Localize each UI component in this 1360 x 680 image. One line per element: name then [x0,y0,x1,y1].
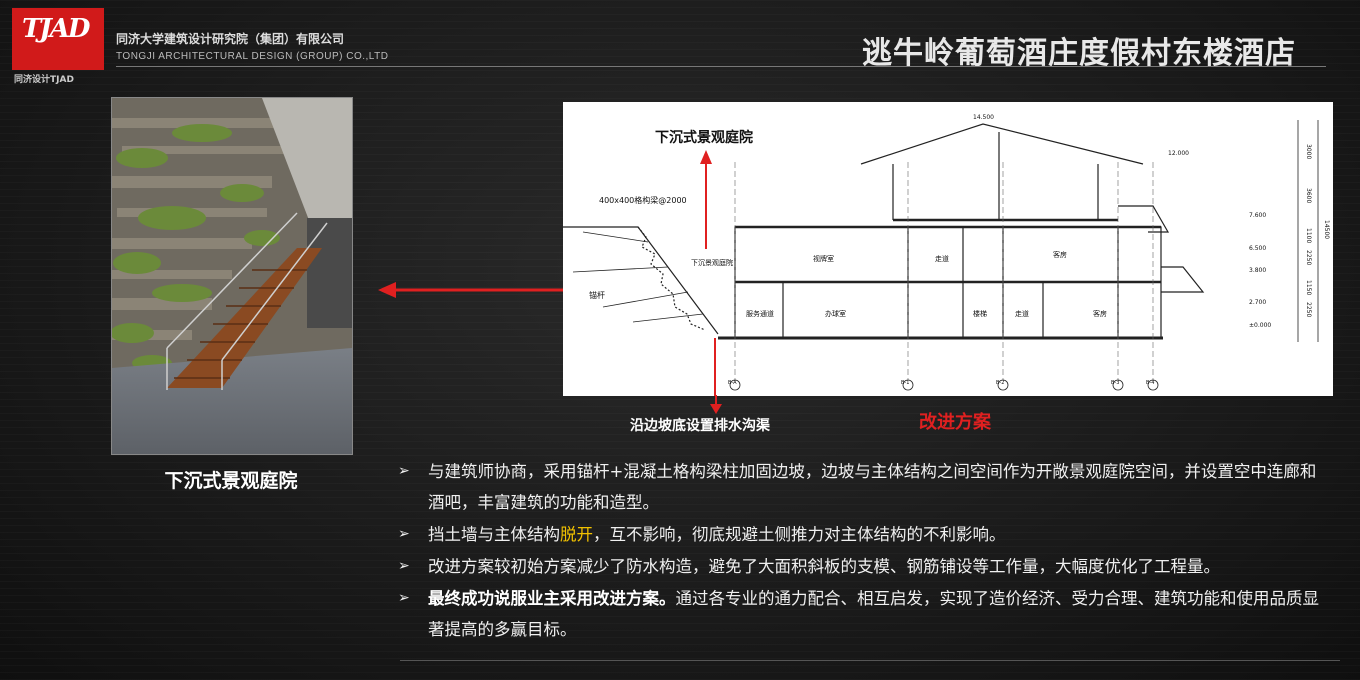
bullet-item: ➢ 与建筑师协商，采用锚杆+混凝土格构梁柱加固边坡，边坡与主体结构之间空间作为开敞… [398,456,1328,518]
bullet-arrow-icon: ➢ [398,558,410,574]
courtyard-photo [111,97,353,455]
section-drawing: 下沉式景观庭院 400x400格构梁@2000 锚杆 下沉景观庭院 视牌室 走道… [563,102,1333,396]
bullet-text: 脱开 [560,525,593,544]
photo-caption: 下沉式景观庭院 [164,470,298,492]
logo-subtitle: 同济设计TJAD [14,75,74,85]
bullet-text: 与建筑师协商，采用锚杆+混凝土格构梁柱加固边坡，边坡与主体结构之间空间作为开敞景… [428,462,1317,512]
header-divider [116,66,1326,67]
bullet-item: ➢ 改进方案较初始方案减少了防水构造，避免了大面积斜板的支模、钢筋铺设等工作量，大… [398,551,1328,582]
bullet-text: 最终成功说服业主采用改进方案。 [428,589,676,608]
drain-label: 沿边坡底设置排水沟渠 [630,418,770,434]
bullet-arrow-icon: ➢ [398,463,410,479]
bullet-text: 改进方案较初始方案减少了防水构造，避免了大面积斜板的支模、钢筋铺设等工作量，大幅… [428,557,1220,576]
improved-scheme-label: 改进方案 [919,412,991,433]
drain-arrow [710,395,722,414]
bullet-text: ，互不影响，彻底规避土侧推力对主体结构的不利影响。 [593,525,1006,544]
bullet-item: ➢ 最终成功说服业主采用改进方案。通过各专业的通力配合、相互启发，实现了造价经济、… [398,583,1328,645]
footer-divider [400,660,1340,661]
bullet-item: ➢ 挡土墙与主体结构脱开，互不影响，彻底规避土侧推力对主体结构的不利影响。 [398,519,1328,550]
logo-text: TJAD [22,14,90,44]
bullet-arrow-icon: ➢ [398,526,410,542]
company-name-cn: 同济大学建筑设计研究院（集团）有限公司 [116,32,345,46]
company-name-en: TONGJI ARCHITECTURAL DESIGN (GROUP) CO.,… [116,51,389,62]
bullet-arrow-icon: ➢ [398,590,410,606]
bullet-list: ➢ 与建筑师协商，采用锚杆+混凝土格构梁柱加固边坡，边坡与主体结构之间空间作为开敞… [398,456,1328,646]
annotation-arrows [700,150,716,396]
bullet-text: 挡土墙与主体结构 [428,525,560,544]
